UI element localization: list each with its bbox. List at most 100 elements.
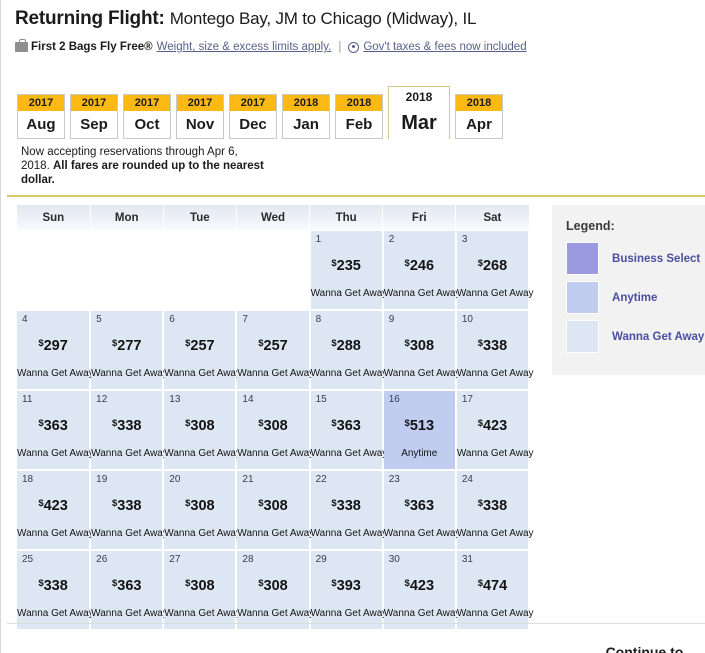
fare-day-cell-14[interactable]: 14$308Wanna Get Away [237, 391, 308, 469]
calendar-cell[interactable]: 5$277Wanna Get Away [90, 310, 163, 390]
calendar-cell[interactable]: 17$423Wanna Get Away [456, 390, 529, 470]
fare-day-cell-23[interactable]: 23$363Wanna Get Away [384, 471, 455, 549]
calendar-cell[interactable]: 24$338Wanna Get Away [456, 470, 529, 550]
day-number: 9 [389, 314, 395, 325]
fare-day-cell-28[interactable]: 28$308Wanna Get Away [237, 551, 308, 629]
calendar-cell[interactable]: 11$363Wanna Get Away [17, 390, 90, 470]
fare-price-value: 308 [264, 498, 288, 514]
fare-day-cell-22[interactable]: 22$338Wanna Get Away [311, 471, 382, 549]
calendar-cell-empty [163, 231, 236, 310]
calendar-cell[interactable]: 9$308Wanna Get Away [383, 310, 456, 390]
fare-price-value: 246 [410, 258, 434, 274]
fare-day-cell-7[interactable]: 7$257Wanna Get Away [237, 311, 308, 389]
fare-day-cell-26[interactable]: 26$363Wanna Get Away [91, 551, 162, 629]
calendar-cell[interactable]: 19$338Wanna Get Away [90, 470, 163, 550]
fare-tier-label: Wanna Get Away [91, 368, 162, 379]
day-number: 16 [389, 394, 400, 405]
fare-day-cell-1[interactable]: 1$235Wanna Get Away [311, 231, 382, 309]
calendar-cell[interactable]: 8$288Wanna Get Away [310, 310, 383, 390]
calendar-cell[interactable]: 1$235Wanna Get Away [310, 231, 383, 310]
fare-price: $338 [17, 578, 89, 594]
month-tab-apr[interactable]: 2018Apr [455, 94, 503, 139]
calendar-cell[interactable]: 30$423Wanna Get Away [383, 550, 456, 630]
calendar-cell[interactable]: 3$268Wanna Get Away [456, 231, 529, 310]
calendar-cell[interactable]: 16$513Anytime [383, 390, 456, 470]
fare-day-cell-30[interactable]: 30$423Wanna Get Away [384, 551, 455, 629]
fare-price-value: 297 [44, 338, 68, 354]
month-tab-year: 2017 [71, 95, 117, 111]
calendar-cell[interactable]: 25$338Wanna Get Away [17, 550, 90, 630]
fare-tier-label: Wanna Get Away [384, 608, 455, 619]
continue-button-label[interactable]: Continue to... [606, 644, 695, 653]
fare-day-cell-17[interactable]: 17$423Wanna Get Away [457, 391, 528, 469]
weekday-header-tue: Tue [163, 205, 236, 231]
calendar-cell[interactable]: 4$297Wanna Get Away [17, 310, 90, 390]
calendar-cell[interactable]: 7$257Wanna Get Away [236, 310, 309, 390]
day-number: 12 [96, 394, 107, 405]
fare-day-cell-12[interactable]: 12$338Wanna Get Away [91, 391, 162, 469]
fare-price-value: 474 [483, 578, 507, 594]
calendar-cell[interactable]: 12$338Wanna Get Away [90, 390, 163, 470]
calendar-cell[interactable]: 27$308Wanna Get Away [163, 550, 236, 630]
fare-day-cell-6[interactable]: 6$257Wanna Get Away [164, 311, 235, 389]
fare-day-cell-13[interactable]: 13$308Wanna Get Away [164, 391, 235, 469]
calendar-cell[interactable]: 26$363Wanna Get Away [90, 550, 163, 630]
fare-day-cell-15[interactable]: 15$363Wanna Get Away [311, 391, 382, 469]
govt-taxes-link[interactable]: Gov't taxes & fees now included [363, 41, 526, 53]
fare-day-cell-25[interactable]: 25$338Wanna Get Away [17, 551, 89, 629]
fare-day-cell-5[interactable]: 5$277Wanna Get Away [91, 311, 162, 389]
calendar-cell[interactable]: 13$308Wanna Get Away [163, 390, 236, 470]
fare-day-cell-10[interactable]: 10$338Wanna Get Away [457, 311, 528, 389]
month-tab-jan[interactable]: 2018Jan [282, 94, 330, 139]
fare-day-cell-3[interactable]: 3$268Wanna Get Away [457, 231, 528, 309]
fare-day-cell-19[interactable]: 19$338Wanna Get Away [91, 471, 162, 549]
calendar-cell-empty [236, 231, 309, 310]
calendar-cell[interactable]: 29$393Wanna Get Away [310, 550, 383, 630]
fare-day-cell-20[interactable]: 20$308Wanna Get Away [164, 471, 235, 549]
calendar-cell[interactable]: 28$308Wanna Get Away [236, 550, 309, 630]
calendar-cell[interactable]: 31$474Wanna Get Away [456, 550, 529, 630]
calendar-cell[interactable]: 20$308Wanna Get Away [163, 470, 236, 550]
calendar-cell[interactable]: 10$338Wanna Get Away [456, 310, 529, 390]
calendar-cell[interactable]: 15$363Wanna Get Away [310, 390, 383, 470]
fare-day-cell-16[interactable]: 16$513Anytime [384, 391, 455, 469]
fare-day-cell-11[interactable]: 11$363Wanna Get Away [17, 391, 89, 469]
calendar-cell[interactable]: 6$257Wanna Get Away [163, 310, 236, 390]
fare-price: $363 [91, 578, 162, 594]
month-tab-oct[interactable]: 2017Oct [123, 94, 171, 139]
month-tab-month: Dec [230, 111, 276, 138]
fare-price-value: 363 [410, 498, 434, 514]
bags-limits-link[interactable]: Weight, size & excess limits apply. [157, 41, 332, 53]
calendar-cell[interactable]: 18$423Wanna Get Away [17, 470, 90, 550]
fare-day-cell-24[interactable]: 24$338Wanna Get Away [457, 471, 528, 549]
fare-tier-label: Wanna Get Away [17, 528, 89, 539]
fare-day-cell-27[interactable]: 27$308Wanna Get Away [164, 551, 235, 629]
fare-day-cell-18[interactable]: 18$423Wanna Get Away [17, 471, 89, 549]
fare-day-cell-21[interactable]: 21$308Wanna Get Away [237, 471, 308, 549]
calendar-cell[interactable]: 2$246Wanna Get Away [383, 231, 456, 310]
fare-day-cell-9[interactable]: 9$308Wanna Get Away [384, 311, 455, 389]
month-tab-feb[interactable]: 2018Feb [335, 94, 383, 139]
calendar-cell[interactable]: 14$308Wanna Get Away [236, 390, 309, 470]
month-tab-dec[interactable]: 2017Dec [229, 94, 277, 139]
fare-day-cell-31[interactable]: 31$474Wanna Get Away [457, 551, 528, 629]
calendar-cell[interactable]: 21$308Wanna Get Away [236, 470, 309, 550]
page-title-route: Montego Bay, JM to Chicago (Midway), IL [170, 9, 477, 28]
day-number: 1 [316, 234, 322, 245]
day-number: 6 [169, 314, 175, 325]
month-tab-sep[interactable]: 2017Sep [70, 94, 118, 139]
fare-day-cell-29[interactable]: 29$393Wanna Get Away [311, 551, 382, 629]
day-number: 21 [242, 474, 253, 485]
calendar-week-row: 25$338Wanna Get Away26$363Wanna Get Away… [17, 550, 529, 630]
fare-tier-label: Wanna Get Away [457, 528, 528, 539]
month-tab-aug[interactable]: 2017Aug [17, 94, 65, 139]
fare-price: $363 [311, 418, 382, 434]
calendar-cell[interactable]: 23$363Wanna Get Away [383, 470, 456, 550]
calendar-cell[interactable]: 22$338Wanna Get Away [310, 470, 383, 550]
month-tab-nov[interactable]: 2017Nov [176, 94, 224, 139]
fare-calendar-table: SunMonTueWedThuFriSat 1$235Wanna Get Awa… [17, 205, 530, 631]
fare-day-cell-4[interactable]: 4$297Wanna Get Away [17, 311, 89, 389]
fare-day-cell-2[interactable]: 2$246Wanna Get Away [384, 231, 455, 309]
month-tab-mar[interactable]: 2018Mar [388, 86, 450, 139]
fare-day-cell-8[interactable]: 8$288Wanna Get Away [311, 311, 382, 389]
